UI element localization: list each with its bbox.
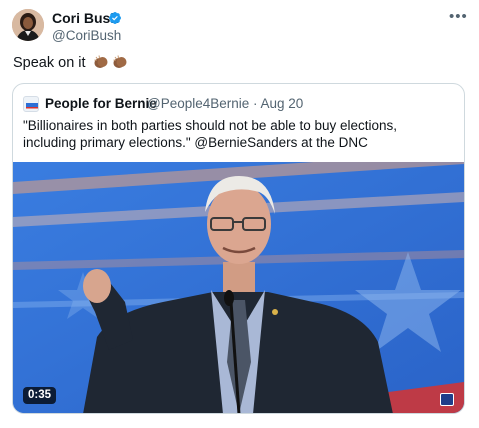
video-duration: 0:35	[23, 387, 57, 404]
clapping-hands-icon	[112, 55, 127, 68]
quoted-tweet-text: "Billionaires in both parties should not…	[23, 118, 398, 150]
quoted-author-avatar[interactable]	[23, 96, 39, 112]
tweet-text: Speak on it	[13, 54, 128, 72]
clapping-hands-icon	[93, 55, 108, 68]
quoted-author-name[interactable]: People for Bernie	[45, 95, 157, 112]
verified-badge-icon	[109, 12, 121, 24]
video-player[interactable]: 0:35	[13, 162, 464, 413]
quoted-author-handle[interactable]: @People4Bernie · Aug 20	[147, 95, 303, 112]
tweet-text-content: Speak on it	[13, 55, 86, 71]
more-horizontal-icon[interactable]: •••	[449, 8, 468, 25]
quoted-tweet[interactable]: People for Bernie @People4Bernie · Aug 2…	[12, 83, 465, 414]
author-avatar[interactable]	[12, 9, 44, 41]
author-handle[interactable]: @CoriBush	[52, 27, 121, 44]
tweet[interactable]: Cori Bush @CoriBush ••• Speak on it Peop…	[0, 0, 479, 428]
channel-logo-icon	[440, 393, 454, 406]
